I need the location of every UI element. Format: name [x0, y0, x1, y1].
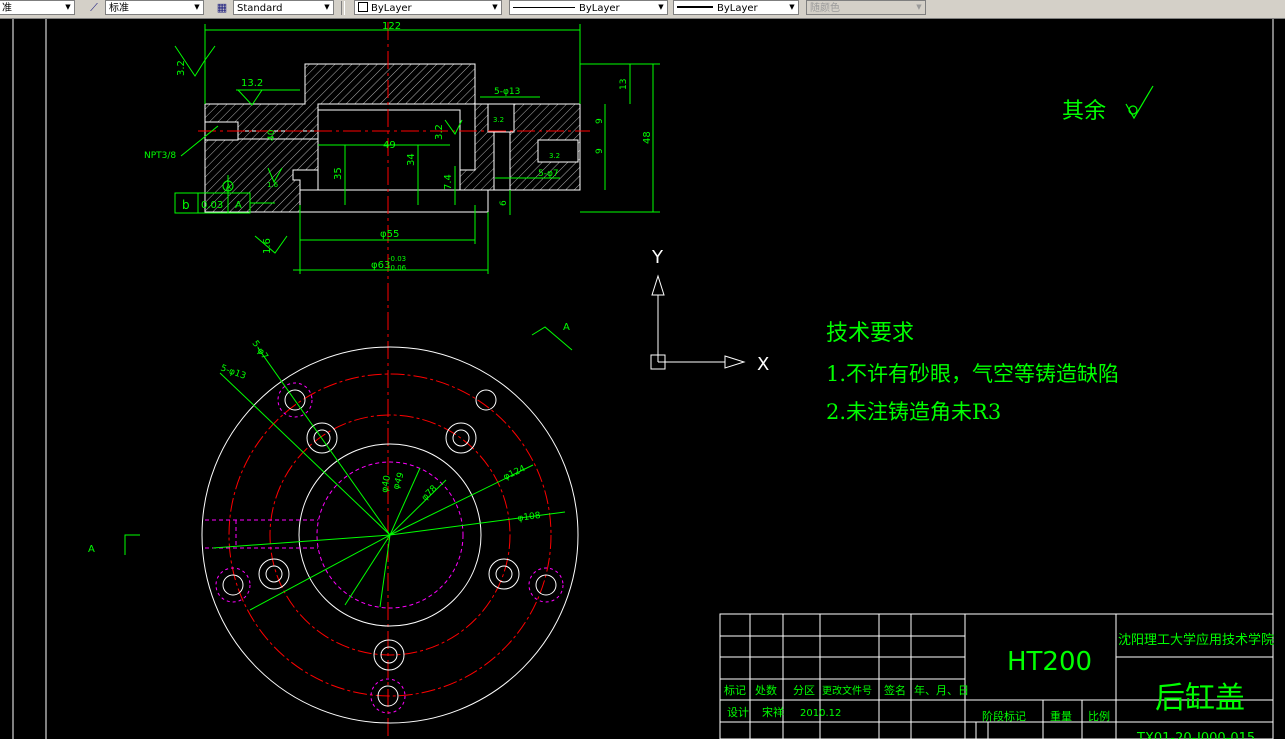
- section-label-a-right: A: [563, 322, 570, 333]
- linetype-value: ByLayer: [579, 3, 620, 14]
- section-view: b 0.03 A 122 13.2 3.2 5-φ13 5-φ7 13 48 9…: [144, 21, 660, 736]
- linetype-control-combo[interactable]: ByLayer ▼: [509, 0, 668, 15]
- dim-holes-13: 5-φ13: [494, 87, 520, 97]
- dim-phi78: φ78: [420, 484, 440, 504]
- surface-finish-note: 其余: [1062, 99, 1106, 124]
- title-row-headers: 标记 处数 分区 更改文件号 签名 年、月、日 设计 宋祥 2010.12 阶段…: [724, 683, 1110, 723]
- dim-9a: 9: [595, 118, 605, 124]
- weight-label: 重量: [1050, 709, 1072, 723]
- table-style-combo[interactable]: Standard ▼: [233, 0, 334, 15]
- dim-13-2: 13.2: [241, 78, 263, 89]
- hdr-mark: 标记: [724, 683, 746, 697]
- designer-name: 宋祥: [762, 705, 784, 719]
- dim-49: 49: [383, 140, 396, 151]
- drawing-number: TX01-20-J000-015: [1136, 731, 1255, 739]
- material-text: HT200: [1007, 647, 1092, 677]
- school-name: 沈阳理工大学应用技术学院: [1118, 632, 1274, 648]
- chevron-down-icon[interactable]: ▼: [786, 1, 798, 14]
- fcf-datum: A: [235, 200, 242, 211]
- dim-35: 35: [333, 167, 344, 180]
- dim-rough-32b: 3.2: [434, 124, 445, 140]
- part-name: 后缸盖: [1155, 681, 1245, 716]
- dim-48: 48: [642, 131, 653, 144]
- drawing-canvas[interactable]: b 0.03 A 122 13.2 3.2 5-φ13 5-φ7 13 48 9…: [0, 19, 1285, 739]
- section-arrow-a: [124, 326, 573, 555]
- dim-rough-16b: 1.6: [267, 181, 279, 189]
- tech-req-title: 技术要求: [826, 321, 914, 346]
- dim-plan-holes-13: 5-φ13: [219, 363, 247, 381]
- dim-rough-32s: 3.2: [493, 116, 504, 124]
- dim-plan-holes-7: 5-φ7: [250, 339, 270, 362]
- hdr-count: 处数: [755, 684, 777, 697]
- spigot: [299, 189, 489, 213]
- hdr-sign: 签名: [884, 683, 906, 697]
- table-style-value: Standard: [237, 3, 283, 14]
- design-label: 设计: [727, 706, 749, 719]
- section-label-a-left: A: [88, 544, 95, 555]
- bolt-hole: [493, 131, 511, 191]
- dim-tol-lower: -0.06: [388, 264, 407, 272]
- dim-9b: 9: [595, 148, 605, 154]
- dim-rough-32s2: 3.2: [549, 152, 560, 160]
- chevron-down-icon[interactable]: ▼: [321, 1, 333, 14]
- dim-phi108: φ108: [517, 511, 542, 524]
- dim-style-combo[interactable]: 标准 ▼: [105, 0, 204, 15]
- stage-label: 阶段标记: [982, 709, 1026, 723]
- hdr-zone: 分区: [793, 684, 815, 697]
- dim-phi40: φ40: [380, 474, 393, 493]
- fcf-symbol: b: [182, 198, 190, 212]
- tech-req-item-2: 2.未注铸造角未R3: [826, 400, 1001, 424]
- hdr-date: 年、月、日: [914, 683, 969, 697]
- dim-style-value: 标准: [109, 3, 129, 14]
- scale-label: 比例: [1088, 709, 1110, 723]
- dim-6: 6: [499, 200, 509, 206]
- chevron-down-icon: ▼: [916, 3, 922, 11]
- toolbar-divider: [341, 1, 345, 15]
- fcf-tolerance: 0.03: [201, 200, 223, 211]
- color-control-value: ByLayer: [371, 3, 412, 14]
- plot-style-value: 随颜色: [810, 3, 840, 14]
- chevron-down-icon[interactable]: ▼: [62, 1, 74, 14]
- color-control-combo[interactable]: ByLayer ▼: [354, 0, 502, 15]
- line-sample: [677, 6, 713, 8]
- line-sample: [513, 7, 575, 8]
- table-style-icon[interactable]: ▦: [214, 0, 230, 15]
- ucs-x-label: X: [757, 354, 769, 375]
- chevron-down-icon[interactable]: ▼: [655, 1, 667, 14]
- color-swatch-icon: [358, 2, 368, 12]
- chevron-down-icon[interactable]: ▼: [191, 1, 203, 14]
- dim-overall-width: 122: [382, 21, 401, 32]
- dim-7-4: 7.4: [443, 174, 454, 190]
- plot-style-combo: 随颜色 ▼: [806, 0, 926, 15]
- ucs-icon: [650, 274, 746, 370]
- text-style-value: 准: [2, 3, 12, 14]
- dim-tol-upper: -0.03: [388, 255, 406, 263]
- plan-dimension-texts: 5-φ7 5-φ13 φ49 φ78 φ124 φ108 φ40: [219, 339, 542, 524]
- dim-rough-16a: 1.6: [262, 238, 273, 254]
- dim-40: 40: [267, 129, 277, 141]
- dim-thread: NPT3/8: [144, 151, 176, 161]
- dim-holes-7: 5-φ7: [538, 169, 559, 179]
- chevron-down-icon[interactable]: ▼: [489, 1, 501, 14]
- dimension-style-icon[interactable]: ⟋: [86, 0, 102, 15]
- dim-phi55: φ55: [380, 229, 399, 240]
- dim-phi124: φ124: [502, 464, 527, 483]
- tech-req-item-1: 1.不许有砂眼，气空等铸造缺陷: [826, 362, 1119, 386]
- dim-13: 13: [619, 79, 629, 90]
- dim-34: 34: [406, 153, 417, 166]
- ucs-y-label: Y: [651, 247, 664, 268]
- dim-rough-left: 3.2: [176, 60, 187, 76]
- lineweight-value: ByLayer: [717, 3, 758, 14]
- roughness-check-icon: [1125, 85, 1154, 120]
- lineweight-control-combo[interactable]: ByLayer ▼: [673, 0, 799, 15]
- properties-toolbar: 准 ▼ ⟋ 标准 ▼ ▦ Standard ▼ ByLayer ▼ ByLaye…: [0, 0, 1285, 19]
- text-style-combo[interactable]: 准 ▼: [0, 0, 75, 15]
- hdr-change-doc: 更改文件号: [822, 684, 872, 697]
- design-date: 2010.12: [800, 708, 841, 719]
- dim-datum: A: [226, 183, 231, 191]
- side-port-hidden: [205, 519, 318, 549]
- plan-view: 5-φ7 5-φ13 φ49 φ78 φ124 φ108 φ40 A A: [88, 322, 579, 724]
- dim-phi49: φ49: [391, 471, 406, 491]
